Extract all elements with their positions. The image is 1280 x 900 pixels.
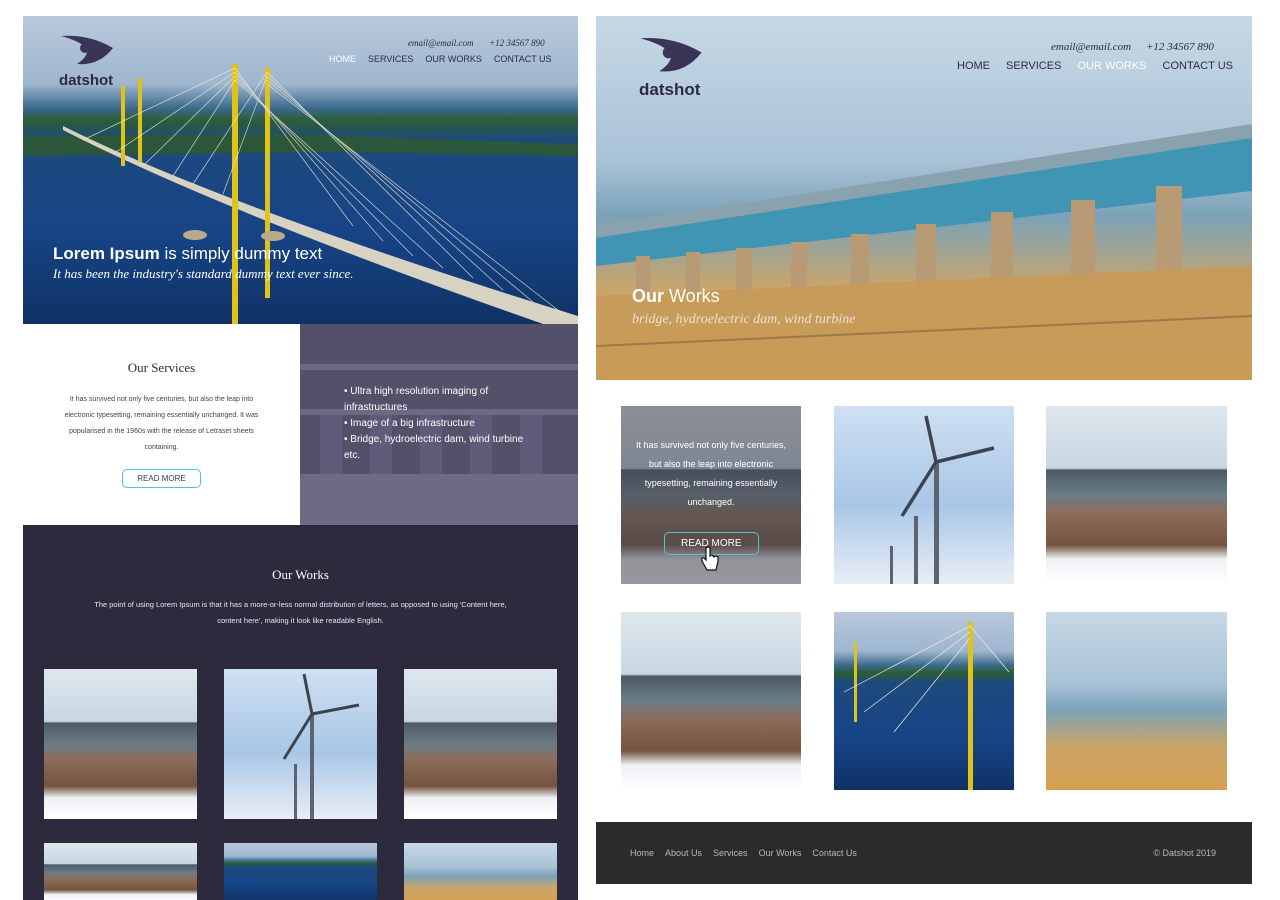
services-list-panel: • Ultra high resolution imaging of infra… <box>300 324 578 525</box>
read-more-button[interactable]: READ MORE <box>122 469 201 488</box>
nav-contact-us[interactable]: CONTACT US <box>1163 60 1234 72</box>
brand-name[interactable]: datshot <box>59 72 113 89</box>
nav-our-works[interactable]: OUR WORKS <box>1077 60 1146 72</box>
right-hero-section: datshot email@email.com +12 34567 890 HO… <box>596 16 1252 380</box>
services-body: It has survived not only five centuries,… <box>64 396 259 451</box>
hero-title-bold: Lorem Ipsum <box>53 244 160 263</box>
gallery-image-dam-hover[interactable]: It has survived not only five centuries,… <box>621 406 801 584</box>
contact-phone[interactable]: +12 34567 890 <box>1146 41 1214 53</box>
nav-our-works[interactable]: OUR WORKS <box>425 54 482 64</box>
hero-title-rest: Works <box>664 286 720 306</box>
right-page-mockup: datshot email@email.com +12 34567 890 HO… <box>596 16 1252 884</box>
eye-logo-icon[interactable] <box>638 36 704 76</box>
gallery-image-dam[interactable] <box>44 669 197 819</box>
nav-home[interactable]: HOME <box>329 54 356 64</box>
footer-link-about-us[interactable]: About Us <box>665 848 702 858</box>
gallery-image-dam[interactable] <box>404 669 557 819</box>
main-nav: HOME SERVICES OUR WORKS CONTACT US <box>957 60 1233 72</box>
gallery-image-wind-turbine[interactable] <box>224 669 377 819</box>
eye-logo-icon[interactable] <box>59 34 115 68</box>
hero-title: Our Works <box>632 286 720 307</box>
service-item-text: Bridge, hydroelectric dam, wind turbine … <box>344 434 524 461</box>
services-section: Our Services It has survived not only fi… <box>23 324 300 525</box>
service-list-item: • Ultra high resolution imaging of infra… <box>344 386 489 413</box>
gallery-image-dam-sunset[interactable] <box>1046 612 1227 790</box>
service-list-item: • Image of a big infrastructure <box>344 418 475 429</box>
nav-home[interactable]: HOME <box>957 60 990 72</box>
gallery-image-bridge[interactable] <box>834 612 1014 790</box>
gallery-image-dam[interactable] <box>621 612 801 790</box>
service-item-text: Ultra high resolution imaging of infrast… <box>344 386 489 413</box>
nav-contact-us[interactable]: CONTACT US <box>494 54 552 64</box>
footer-link-services[interactable]: Services <box>713 848 748 858</box>
footer-link-home[interactable]: Home <box>630 848 654 858</box>
hero-subtitle: bridge, hydroelectric dam, wind turbine <box>632 312 856 327</box>
left-page-mockup: datshot email@email.com +12 34567 890 HO… <box>23 16 578 900</box>
services-title: Our Services <box>127 360 196 375</box>
gallery-image-wind-turbine[interactable] <box>834 406 1014 584</box>
contact-email[interactable]: email@email.com <box>408 38 474 48</box>
hand-pointer-icon <box>701 546 719 571</box>
footer-links: Home About Us Services Our Works Contact… <box>630 848 857 858</box>
wind-turbine-illustration <box>890 415 995 584</box>
works-section: Our Works The point of using Lorem Ipsum… <box>23 525 578 900</box>
main-nav: HOME SERVICES OUR WORKS CONTACT US <box>329 54 552 64</box>
gallery-image-bridge[interactable] <box>224 843 377 900</box>
contact-phone[interactable]: +12 34567 890 <box>489 38 545 48</box>
left-hero-section: datshot email@email.com +12 34567 890 HO… <box>23 16 578 324</box>
brand-name[interactable]: datshot <box>639 80 700 100</box>
service-list-item: • Bridge, hydroelectric dam, wind turbin… <box>344 434 524 461</box>
contact-email[interactable]: email@email.com <box>1051 41 1131 53</box>
hero-title-rest: is simply dummy text <box>159 244 323 263</box>
gallery-image-dam[interactable] <box>44 843 197 900</box>
service-item-text: Image of a big infrastructure <box>350 418 475 429</box>
gallery-image-dam[interactable] <box>1046 406 1227 584</box>
footer-link-contact-us[interactable]: Contact Us <box>812 848 857 858</box>
overlay-description: It has survived not only five centuries,… <box>635 440 787 507</box>
hero-title: Lorem Ipsum is simply dummy text <box>53 244 322 264</box>
footer: Home About Us Services Our Works Contact… <box>596 822 1252 884</box>
hero-title-bold: Our <box>632 286 665 306</box>
bridge-illustration <box>843 622 1010 790</box>
footer-link-our-works[interactable]: Our Works <box>759 848 802 858</box>
nav-services[interactable]: SERVICES <box>368 54 413 64</box>
works-description: The point of using Lorem Ipsum is that i… <box>94 600 507 625</box>
wind-turbine-illustration <box>282 673 360 819</box>
hero-subtitle: It has been the industry's standard dumm… <box>53 266 354 281</box>
footer-copyright: © Datshot 2019 <box>1153 848 1216 858</box>
nav-services[interactable]: SERVICES <box>1006 60 1061 72</box>
works-title: Our Works <box>272 567 329 582</box>
gallery-image-dam-sunset[interactable] <box>404 843 557 900</box>
